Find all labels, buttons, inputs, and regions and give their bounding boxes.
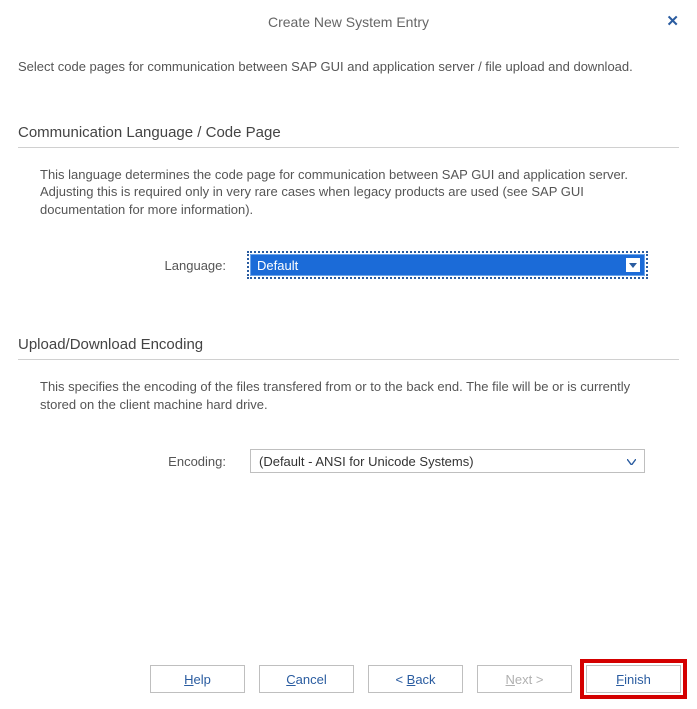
section-heading-encoding: Upload/Download Encoding [18, 336, 679, 360]
encoding-select-wrap: (Default - ANSI for Unicode Systems) [250, 449, 645, 473]
language-select-value: Default [257, 258, 298, 273]
title-bar: Create New System Entry ✕ [0, 0, 697, 40]
intro-text: Select code pages for communication betw… [18, 58, 679, 76]
language-label: Language: [40, 258, 250, 273]
back-button[interactable]: < Back [368, 665, 463, 693]
chevron-down-icon [627, 456, 636, 468]
next-button: Next > [477, 665, 572, 693]
section-desc-encoding: This specifies the encoding of the files… [40, 378, 669, 413]
form-row-encoding: Encoding: (Default - ANSI for Unicode Sy… [40, 449, 679, 473]
language-select-wrap: Default [250, 254, 645, 276]
help-button[interactable]: Help [150, 665, 245, 693]
create-system-entry-dialog: Create New System Entry ✕ Select code pa… [0, 0, 697, 709]
encoding-select[interactable]: (Default - ANSI for Unicode Systems) [250, 449, 645, 473]
section-desc-language: This language determines the code page f… [40, 166, 669, 219]
close-icon[interactable]: ✕ [666, 12, 679, 30]
dialog-title: Create New System Entry [268, 14, 429, 30]
button-row: Help Cancel < Back Next > Finish [150, 665, 681, 693]
dialog-content: Select code pages for communication betw… [0, 40, 697, 473]
section-upload-download-encoding: Upload/Download Encoding This specifies … [18, 336, 679, 473]
encoding-select-value: (Default - ANSI for Unicode Systems) [259, 454, 474, 469]
chevron-down-icon [626, 258, 640, 272]
section-communication-language: Communication Language / Code Page This … [18, 124, 679, 277]
language-select[interactable]: Default [250, 254, 645, 276]
cancel-button[interactable]: Cancel [259, 665, 354, 693]
encoding-label: Encoding: [40, 454, 250, 469]
finish-button[interactable]: Finish [586, 665, 681, 693]
form-row-language: Language: Default [40, 254, 679, 276]
section-heading-language: Communication Language / Code Page [18, 124, 679, 148]
